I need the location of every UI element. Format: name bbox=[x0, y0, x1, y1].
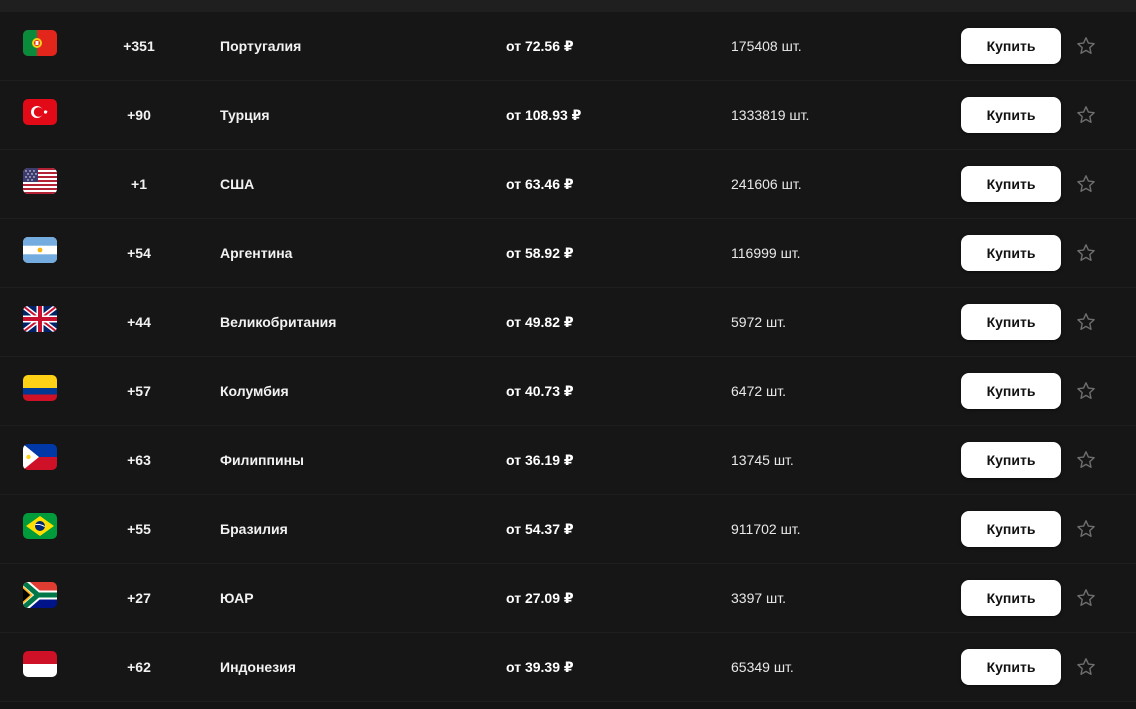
favorite-star-icon[interactable] bbox=[1076, 174, 1096, 194]
dial-code: +62 bbox=[127, 659, 151, 675]
buy-button[interactable]: Купить bbox=[961, 442, 1061, 478]
country-name: ЮАР bbox=[220, 590, 254, 606]
colombia-flag-icon bbox=[23, 375, 57, 401]
table-row: +27 ЮАР от 27.09 ₽ 3397 шт. Купить bbox=[0, 564, 1136, 633]
buy-button[interactable]: Купить bbox=[961, 28, 1061, 64]
dial-code: +54 bbox=[127, 245, 151, 261]
favorite-star-icon[interactable] bbox=[1076, 105, 1096, 125]
table-header-bar bbox=[0, 0, 1136, 12]
favorite-star-icon[interactable] bbox=[1076, 588, 1096, 608]
favorite-star-icon[interactable] bbox=[1076, 519, 1096, 539]
price: от 27.09 ₽ bbox=[506, 590, 574, 606]
table-row: +90 Турция от 108.93 ₽ 1333819 шт. Купит… bbox=[0, 81, 1136, 150]
favorite-star-icon[interactable] bbox=[1076, 657, 1096, 677]
available-quantity: 13745 шт. bbox=[731, 452, 794, 468]
available-quantity: 911702 шт. bbox=[731, 521, 801, 537]
uk-flag-icon bbox=[23, 306, 57, 332]
country-name: Португалия bbox=[220, 38, 302, 54]
table-row: +57 Колумбия от 40.73 ₽ 6472 шт. Купить bbox=[0, 357, 1136, 426]
numbers-table: +351 Португалия от 72.56 ₽ 175408 шт. Ку… bbox=[0, 12, 1136, 702]
country-name: Филиппины bbox=[220, 452, 304, 468]
price: от 58.92 ₽ bbox=[506, 245, 574, 261]
table-row: +63 Филиппины от 36.19 ₽ 13745 шт. Купит… bbox=[0, 426, 1136, 495]
dial-code: +351 bbox=[123, 38, 155, 54]
dial-code: +1 bbox=[131, 176, 147, 192]
dial-code: +55 bbox=[127, 521, 151, 537]
argentina-flag-icon bbox=[23, 237, 57, 263]
country-name: Великобритания bbox=[220, 314, 337, 330]
available-quantity: 241606 шт. bbox=[731, 176, 802, 192]
available-quantity: 175408 шт. bbox=[731, 38, 802, 54]
philippines-flag-icon bbox=[23, 444, 57, 470]
dial-code: +44 bbox=[127, 314, 151, 330]
south-africa-flag-icon bbox=[23, 582, 57, 608]
brazil-flag-icon bbox=[23, 513, 57, 539]
available-quantity: 3397 шт. bbox=[731, 590, 787, 606]
favorite-star-icon[interactable] bbox=[1076, 243, 1096, 263]
price: от 39.39 ₽ bbox=[506, 659, 574, 675]
buy-button[interactable]: Купить bbox=[961, 97, 1061, 133]
country-name: Индонезия bbox=[220, 659, 296, 675]
price: от 108.93 ₽ bbox=[506, 107, 582, 123]
dial-code: +57 bbox=[127, 383, 151, 399]
buy-button[interactable]: Купить bbox=[961, 373, 1061, 409]
country-name: Турция bbox=[220, 107, 270, 123]
table-row: +351 Португалия от 72.56 ₽ 175408 шт. Ку… bbox=[0, 12, 1136, 81]
country-name: Колумбия bbox=[220, 383, 289, 399]
available-quantity: 6472 шт. bbox=[731, 383, 787, 399]
price: от 54.37 ₽ bbox=[506, 521, 574, 537]
buy-button[interactable]: Купить bbox=[961, 511, 1061, 547]
country-name: Бразилия bbox=[220, 521, 288, 537]
favorite-star-icon[interactable] bbox=[1076, 312, 1096, 332]
buy-button[interactable]: Купить bbox=[961, 304, 1061, 340]
price: от 72.56 ₽ bbox=[506, 38, 574, 54]
available-quantity: 1333819 шт. bbox=[731, 107, 810, 123]
dial-code: +90 bbox=[127, 107, 151, 123]
table-row: +62 Индонезия от 39.39 ₽ 65349 шт. Купит… bbox=[0, 633, 1136, 702]
buy-button[interactable]: Купить bbox=[961, 166, 1061, 202]
table-row: +1 США от 63.46 ₽ 241606 шт. Купить bbox=[0, 150, 1136, 219]
dial-code: +63 bbox=[127, 452, 151, 468]
portugal-flag-icon bbox=[23, 30, 57, 56]
price: от 63.46 ₽ bbox=[506, 176, 574, 192]
favorite-star-icon[interactable] bbox=[1076, 36, 1096, 56]
available-quantity: 116999 шт. bbox=[731, 245, 801, 261]
available-quantity: 65349 шт. bbox=[731, 659, 794, 675]
favorite-star-icon[interactable] bbox=[1076, 381, 1096, 401]
buy-button[interactable]: Купить bbox=[961, 649, 1061, 685]
usa-flag-icon bbox=[23, 168, 57, 194]
indonesia-flag-icon bbox=[23, 651, 57, 677]
favorite-star-icon[interactable] bbox=[1076, 450, 1096, 470]
available-quantity: 5972 шт. bbox=[731, 314, 787, 330]
price: от 49.82 ₽ bbox=[506, 314, 574, 330]
country-name: Аргентина bbox=[220, 245, 293, 261]
buy-button[interactable]: Купить bbox=[961, 235, 1061, 271]
turkey-flag-icon bbox=[23, 99, 57, 125]
price: от 40.73 ₽ bbox=[506, 383, 574, 399]
buy-button[interactable]: Купить bbox=[961, 580, 1061, 616]
table-row: +54 Аргентина от 58.92 ₽ 116999 шт. Купи… bbox=[0, 219, 1136, 288]
table-row: +44 Великобритания от 49.82 ₽ 5972 шт. К… bbox=[0, 288, 1136, 357]
dial-code: +27 bbox=[127, 590, 151, 606]
price: от 36.19 ₽ bbox=[506, 452, 574, 468]
country-name: США bbox=[220, 176, 255, 192]
table-row: +55 Бразилия от 54.37 ₽ 911702 шт. Купит… bbox=[0, 495, 1136, 564]
